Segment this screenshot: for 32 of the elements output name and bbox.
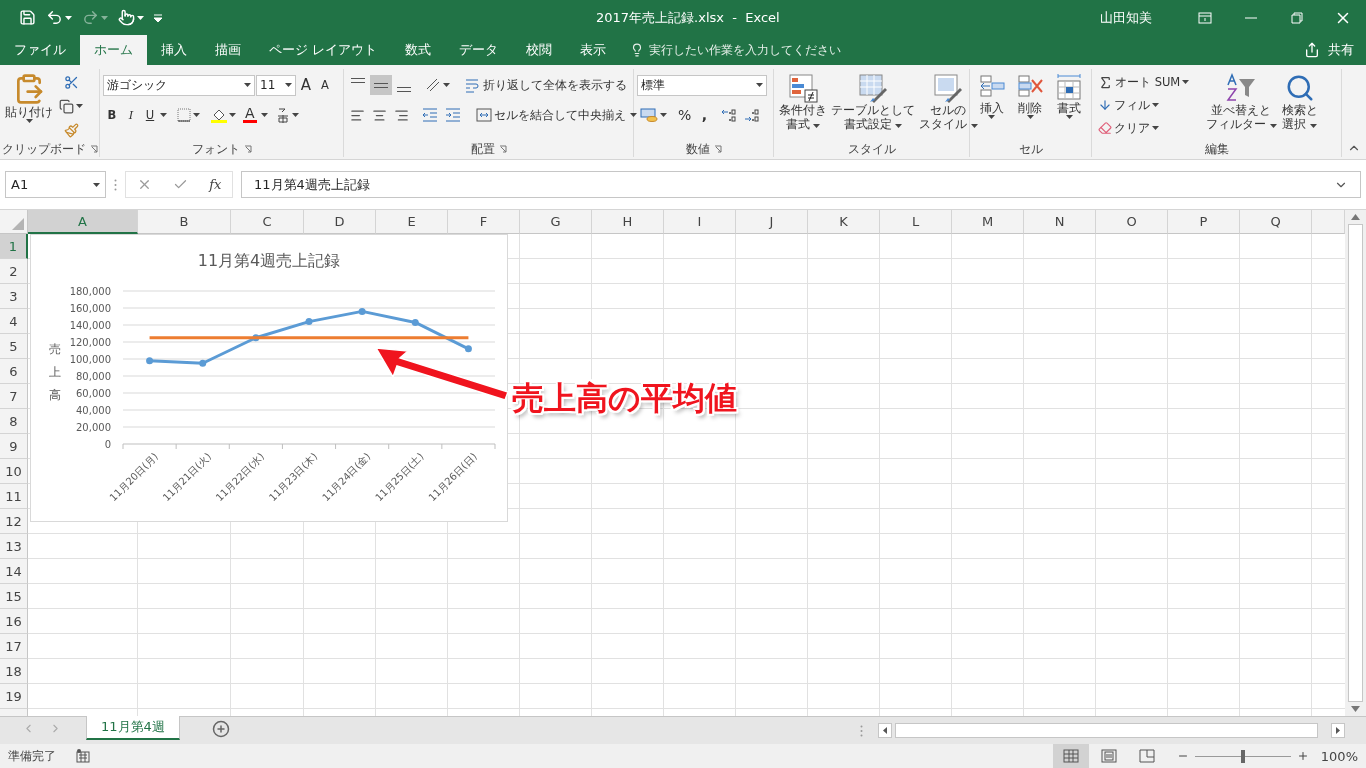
x-tick-label: 11月22日(水) <box>213 450 267 504</box>
x-tick-label: 11月21日(火) <box>160 450 214 504</box>
group-label: クリップボード <box>1 140 86 158</box>
status-text: 準備完了 <box>8 747 56 765</box>
y-tick-label: 20,000 <box>76 422 111 433</box>
window-title: 2017年売上記録.xlsx - Excel <box>596 8 781 27</box>
y-axis-title: 売上高 <box>49 342 61 402</box>
group-label: セル <box>1018 140 1043 158</box>
group-label: 編集 <box>1204 140 1229 158</box>
x-tick-label: 11月23日(木) <box>266 450 320 504</box>
y-tick-label: 40,000 <box>76 405 111 416</box>
y-tick-label: 120,000 <box>69 337 111 348</box>
y-tick-label: 60,000 <box>76 388 111 399</box>
y-tick-label: 100,000 <box>69 354 111 365</box>
group-label: 配置 <box>470 140 495 158</box>
placeholder-text: 実行したい作業を入力してください <box>649 41 842 59</box>
group-label: スタイル <box>847 140 896 158</box>
zoom-level: 100% <box>1320 748 1358 764</box>
x-tick-label: 11月25日(土) <box>373 450 426 504</box>
user-name: 山田知美 <box>1100 8 1152 27</box>
x-tick-label: 11月26日(日) <box>426 450 479 504</box>
group-label: 数値 <box>685 140 710 158</box>
x-tick-label: 11月20日(月) <box>107 450 160 504</box>
y-tick-label: 180,000 <box>69 286 111 297</box>
y-tick-label: 140,000 <box>69 320 111 331</box>
x-tick-label: 11月24日(金) <box>320 450 373 504</box>
y-tick-label: 160,000 <box>69 303 111 314</box>
chart-title: 11月第4週売上記録 <box>197 251 341 270</box>
callout-text: 売上高の平均値 <box>512 378 737 419</box>
y-tick-label: 80,000 <box>76 371 111 382</box>
y-tick-label: 0 <box>104 439 111 450</box>
group-label: フォント <box>191 140 240 158</box>
